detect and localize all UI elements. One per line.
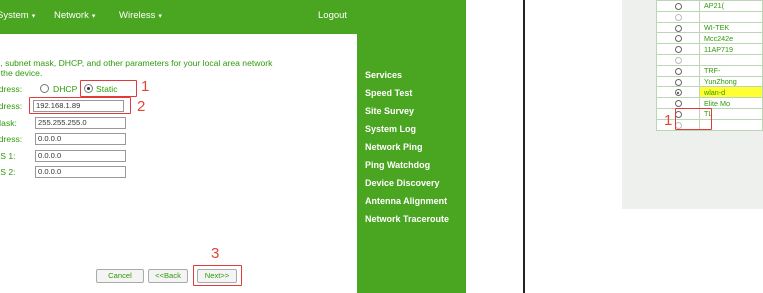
table-row[interactable]: WI-TEK [656, 21, 763, 34]
sidebar-item-system-log[interactable]: System Log [365, 124, 416, 134]
site-survey-screenshot: AP21( WI-TEK Mcc242e 11AP719 TRF- YunZhong wla… [525, 0, 763, 293]
dhcp-radio[interactable] [40, 84, 49, 93]
tools-sidebar: Services Speed Test Site Survey System L… [357, 34, 466, 293]
sidebar-item-site-survey[interactable]: Site Survey [365, 106, 414, 116]
gateway-label: ddress: [0, 134, 23, 144]
annotation-number: 1 [664, 112, 673, 129]
back-button[interactable]: <<Back [148, 269, 188, 283]
select-cell [656, 21, 700, 34]
ssid-cell: AP21( [699, 0, 763, 12]
table-row[interactable] [656, 53, 763, 66]
lan-settings-panel: s, subnet mask, DHCP, and other paramete… [0, 34, 357, 293]
logout-link[interactable]: Logout [318, 10, 347, 21]
description-line: s, subnet mask, DHCP, and other paramete… [0, 58, 273, 68]
description-line: f the device. [0, 68, 43, 78]
ssid-cell: TRF- [699, 64, 763, 77]
subnet-mask-label: Mask: [0, 118, 17, 128]
nav-wireless-menu[interactable]: Wireless ▾ [119, 10, 162, 21]
ssid-cell: YunZhong [699, 75, 763, 88]
ssid-cell: 11AP719 [699, 43, 763, 55]
select-cell [656, 32, 700, 45]
chevron-down-icon: ▾ [158, 13, 162, 20]
ap-select-radio[interactable] [674, 13, 682, 21]
table-row[interactable]: YunZhong [656, 75, 763, 88]
ap-select-radio[interactable] [674, 78, 682, 86]
sidebar-item-network-ping[interactable]: Network Ping [365, 142, 423, 152]
table-row[interactable]: TRF- [656, 64, 763, 77]
top-navigation-bar: System ▾ Network ▾ Wireless ▾ Logout [0, 0, 466, 34]
ap-select-radio[interactable] [674, 56, 682, 64]
chevron-down-icon: ▾ [31, 13, 36, 20]
dhcp-radio-label: DHCP [53, 84, 78, 94]
dns2-input[interactable]: 0.0.0.0 [35, 166, 126, 178]
sidebar-item-ping-watchdog[interactable]: Ping Watchdog [365, 160, 430, 170]
ssid-cell: wlan-d [699, 86, 763, 99]
select-cell [656, 97, 700, 109]
select-cell [656, 75, 700, 88]
ssid-cell: Elite Mo [699, 97, 763, 109]
table-row[interactable]: AP21( [656, 0, 763, 12]
select-cell [656, 86, 700, 99]
dns1-input[interactable]: 0.0.0.0 [35, 150, 126, 162]
select-cell [656, 10, 700, 23]
dns1-label: NS 1: [0, 151, 16, 161]
select-cell [656, 43, 700, 55]
table-row[interactable]: Mcc242e [656, 32, 763, 45]
gateway-input[interactable]: 0.0.0.0 [35, 133, 126, 145]
ip-mode-label: ddress: [0, 84, 23, 94]
ap-select-radio[interactable] [674, 89, 682, 97]
sidebar-item-device-discovery[interactable]: Device Discovery [365, 178, 440, 188]
ap-select-radio[interactable] [674, 67, 682, 75]
ap-select-radio[interactable] [674, 46, 682, 54]
annotation-box-static [80, 80, 137, 97]
select-cell [656, 64, 700, 77]
table-row[interactable] [656, 10, 763, 23]
sidebar-item-antenna-alignment[interactable]: Antenna Alignment [365, 196, 447, 206]
nav-network-menu[interactable]: Network ▾ [54, 10, 95, 21]
ap-select-radio[interactable] [674, 35, 682, 43]
nav-wireless-label: Wireless [119, 10, 156, 21]
annotation-number: 2 [137, 98, 146, 115]
annotation-number: 3 [211, 245, 220, 262]
nav-system-menu[interactable]: System ▾ [0, 10, 35, 21]
annotation-box-next [193, 265, 242, 286]
dns2-label: NS 2: [0, 167, 16, 177]
ap-select-radio[interactable] [674, 24, 682, 32]
page-description: s, subnet mask, DHCP, and other paramete… [0, 58, 346, 78]
subnet-mask-input[interactable]: 255.255.255.0 [35, 117, 126, 129]
sidebar-item-services[interactable]: Services [365, 70, 402, 80]
ap-select-radio[interactable] [674, 2, 682, 10]
ip-address-label: ddress: [0, 101, 23, 111]
ssid-cell: Mcc242e [699, 32, 763, 45]
select-cell [656, 0, 700, 12]
table-row[interactable]: 11AP719 [656, 43, 763, 55]
network-settings-screenshot: System ▾ Network ▾ Wireless ▾ Logout s, sub… [0, 0, 466, 293]
sidebar-item-speed-test[interactable]: Speed Test [365, 88, 412, 98]
nav-network-label: Network [54, 10, 89, 21]
ssid-cell [699, 10, 763, 23]
table-row[interactable]: Elite Mo [656, 97, 763, 109]
sidebar-item-network-traceroute[interactable]: Network Traceroute [365, 214, 449, 224]
ssid-cell [699, 53, 763, 66]
ssid-cell: WI-TEK [699, 21, 763, 34]
select-cell [656, 53, 700, 66]
table-row[interactable]: wlan-d [656, 86, 763, 99]
annotation-box-ip-address [29, 97, 131, 114]
chevron-down-icon: ▾ [91, 13, 96, 20]
annotation-box-select-ap [675, 108, 712, 130]
ap-select-radio[interactable] [674, 100, 682, 108]
nav-system-label: System [0, 10, 29, 21]
annotation-number: 1 [141, 78, 150, 95]
cancel-button[interactable]: Cancel [96, 269, 144, 283]
